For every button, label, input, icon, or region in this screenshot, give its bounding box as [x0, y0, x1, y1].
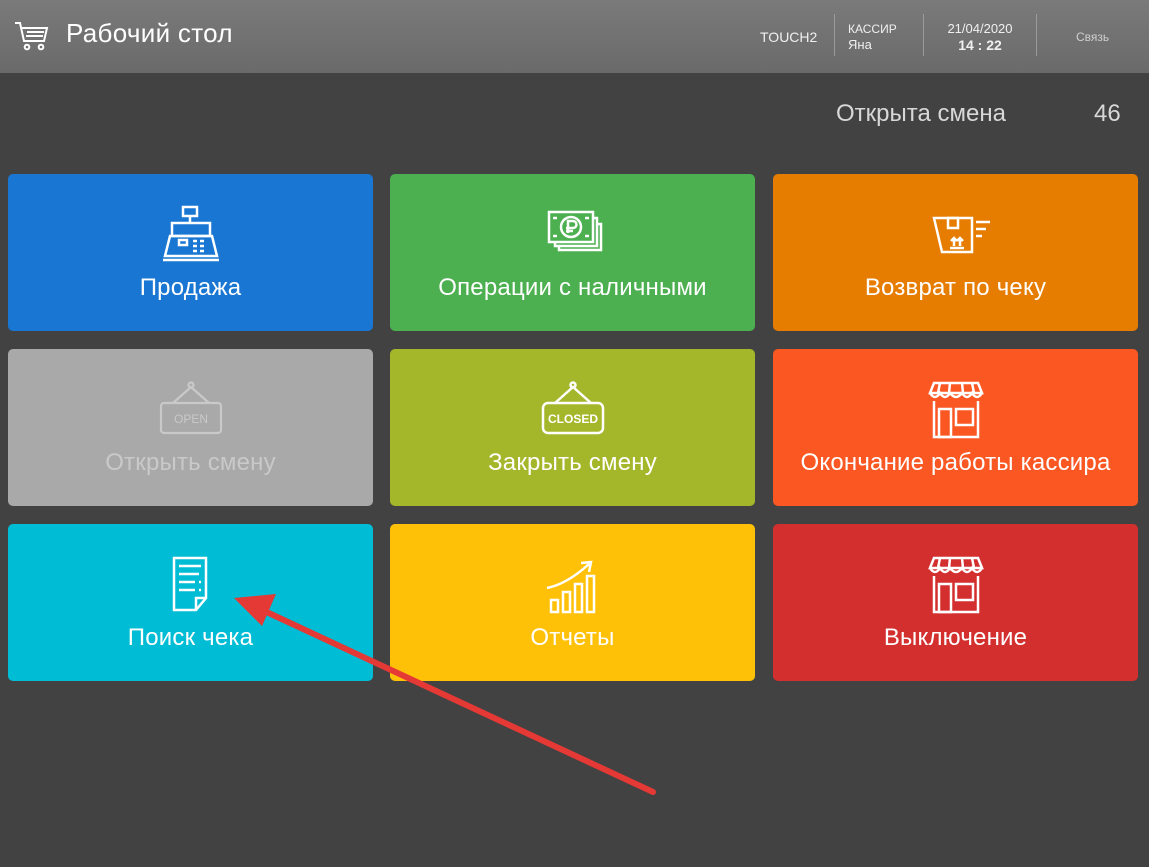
shift-status: Открыта смена	[836, 100, 1006, 127]
connection-link[interactable]: Связь	[1076, 14, 1109, 60]
end-cashier-work-tile-button[interactable]: Окончание работы кассира	[773, 349, 1138, 506]
cashier-info: КАССИР Яна	[848, 14, 897, 60]
store-icon	[927, 381, 984, 438]
cashier-name: Яна	[848, 37, 872, 52]
return-tile-button[interactable]: Возврат по чеку	[773, 174, 1138, 331]
divider	[923, 14, 924, 56]
close-shift-tile-button[interactable]: CLOSED Закрыть смену	[390, 349, 755, 506]
tile-label: Отчеты	[530, 623, 615, 651]
tile-label: Закрыть смену	[488, 448, 657, 476]
open-shift-tile-button[interactable]: OPEN Открыть смену	[8, 349, 373, 506]
cart-icon	[15, 22, 49, 51]
tile-label: Окончание работы кассира	[800, 448, 1111, 476]
return-box-icon	[931, 216, 990, 253]
date-text: 21/04/2020	[947, 21, 1013, 36]
page-title: Рабочий стол	[66, 18, 233, 48]
tile-label: Открыть смену	[105, 448, 276, 476]
closed-sign-icon: CLOSED	[541, 380, 604, 434]
open-sign-icon: OPEN	[159, 380, 222, 434]
tile-label: Возврат по чеку	[864, 273, 1047, 301]
cash-operations-tile-button[interactable]: Операции с наличными	[390, 174, 755, 331]
svg-text:OPEN: OPEN	[173, 412, 207, 426]
tile-label: Продажа	[139, 273, 242, 301]
receipt-search-tile-button[interactable]: Поиск чека	[8, 524, 373, 681]
banknotes-icon	[547, 210, 602, 251]
terminal-id: TOUCH2	[760, 29, 818, 45]
tile-label: Выключение	[883, 623, 1028, 651]
store-icon	[927, 556, 984, 613]
cash-register-icon	[162, 205, 219, 261]
datetime: 21/04/2020 14 : 22	[938, 14, 1022, 60]
reports-tile-button[interactable]: Отчеты	[390, 524, 755, 681]
time-text: 14 : 22	[958, 37, 1002, 53]
tile-label: Поиск чека	[127, 623, 254, 651]
top-bar: Рабочий стол TOUCH2 КАССИР Яна 21/04/202…	[0, 0, 1149, 73]
tile-label: Операции с наличными	[438, 273, 707, 301]
divider	[1036, 14, 1037, 56]
shift-number: 46	[1094, 100, 1121, 127]
growth-chart-icon	[546, 560, 595, 613]
shutdown-tile-button[interactable]: Выключение	[773, 524, 1138, 681]
sale-tile-button[interactable]: Продажа	[8, 174, 373, 331]
receipt-icon	[172, 556, 207, 611]
svg-text:CLOSED: CLOSED	[547, 412, 597, 426]
cashier-role: КАССИР	[848, 22, 897, 36]
divider	[834, 14, 835, 56]
